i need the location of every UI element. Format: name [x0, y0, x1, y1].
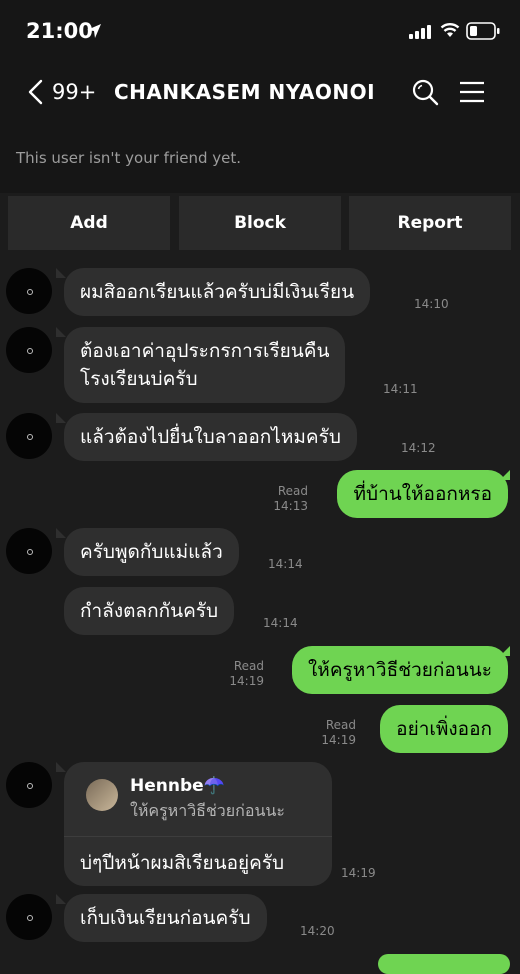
status-time: 21:00 — [26, 19, 93, 43]
bubble-tail — [500, 470, 510, 480]
message-time: 14:14 — [263, 616, 298, 630]
incoming-message[interactable]: ผมสิออกเรียนแล้วครับบ่มีเงินเรียน — [64, 268, 371, 316]
message-time: 14:19 — [321, 733, 356, 747]
quoted-user-avatar — [86, 779, 118, 811]
reply-text: บ่ๆปีหน้าผมสิเรียนอยู่ครับ — [80, 852, 285, 874]
menu-icon[interactable] — [459, 81, 485, 103]
message-time: 14:10 — [414, 297, 449, 311]
message-time: 14:19 — [229, 674, 264, 688]
incoming-message[interactable]: กำลังตลกกันครับ — [64, 587, 235, 635]
add-button[interactable]: Add — [8, 196, 170, 250]
outgoing-message[interactable]: อย่าเพิ่งออก — [380, 705, 508, 753]
bubble-tail — [56, 268, 66, 278]
read-receipt: Read — [325, 718, 356, 732]
message-time: 14:12 — [401, 441, 436, 455]
bubble-tail — [56, 894, 66, 904]
outgoing-message[interactable]: ที่บ้านให้ออกหรอ — [337, 470, 508, 518]
bubble-tail — [500, 646, 510, 656]
sender-avatar[interactable] — [6, 762, 52, 808]
message-time: 14:19 — [341, 866, 376, 880]
incoming-message[interactable]: ครับพูดกับแม่แล้ว — [64, 528, 239, 576]
bubble-tail — [56, 413, 66, 423]
incoming-message[interactable]: ต้องเอาค่าอุประกรการเรียนคืน โรงเรียนบ่ค… — [64, 327, 346, 403]
friend-action-bar: Add Block Report — [0, 193, 520, 256]
reply-message[interactable]: Hennbe☂️ ให้ครูหาวิธีช่วยก่อนนะ บ่ๆปีหน้… — [64, 762, 332, 886]
chat-title: CHANKASEM NYAONOI — [114, 80, 376, 104]
read-receipt: Read — [277, 484, 308, 498]
sender-avatar[interactable] — [6, 894, 52, 940]
incoming-message[interactable]: เก็บเงินเรียนก่อนครับ — [64, 894, 267, 942]
not-friend-notice: This user isn't your friend yet. — [16, 149, 242, 167]
outgoing-message[interactable]: ให้ครูหาวิธีช่วยก่อนนะ — [292, 646, 508, 694]
incoming-message[interactable]: แล้วต้องไปยื่นใบลาออกไหมครับ — [64, 413, 357, 461]
battery-icon — [466, 22, 500, 40]
report-button[interactable]: Report — [349, 196, 511, 250]
sender-avatar[interactable] — [6, 528, 52, 574]
message-time: 14:13 — [273, 499, 308, 513]
location-arrow-icon — [87, 24, 101, 38]
wifi-icon — [440, 23, 460, 37]
outgoing-message-partial[interactable] — [378, 954, 510, 974]
message-time: 14:11 — [383, 382, 418, 396]
block-button[interactable]: Block — [179, 196, 341, 250]
chat-header: 21:00 99+ CHANKASEM NYAONOI This user is… — [0, 0, 520, 193]
quoted-text: ให้ครูหาวิธีช่วยก่อนนะ — [130, 801, 285, 820]
status-bar: 21:00 — [0, 0, 520, 60]
bubble-tail — [56, 327, 66, 337]
back-chevron-icon[interactable] — [26, 79, 44, 105]
sender-avatar[interactable] — [6, 268, 52, 314]
read-receipt: Read — [233, 659, 264, 673]
search-icon[interactable] — [411, 78, 439, 106]
cellular-signal-icon — [409, 25, 431, 39]
back-unread-count[interactable]: 99+ — [52, 80, 96, 104]
bubble-tail — [56, 528, 66, 538]
sender-avatar[interactable] — [6, 413, 52, 459]
navigation-bar: 99+ CHANKASEM NYAONOI — [0, 66, 520, 118]
message-time: 14:20 — [300, 924, 335, 938]
quoted-message[interactable]: Hennbe☂️ ให้ครูหาวิธีช่วยก่อนนะ — [64, 762, 332, 837]
quoted-user-name: Hennbe☂️ — [130, 776, 225, 796]
sender-avatar[interactable] — [6, 327, 52, 373]
message-time: 14:14 — [268, 557, 303, 571]
